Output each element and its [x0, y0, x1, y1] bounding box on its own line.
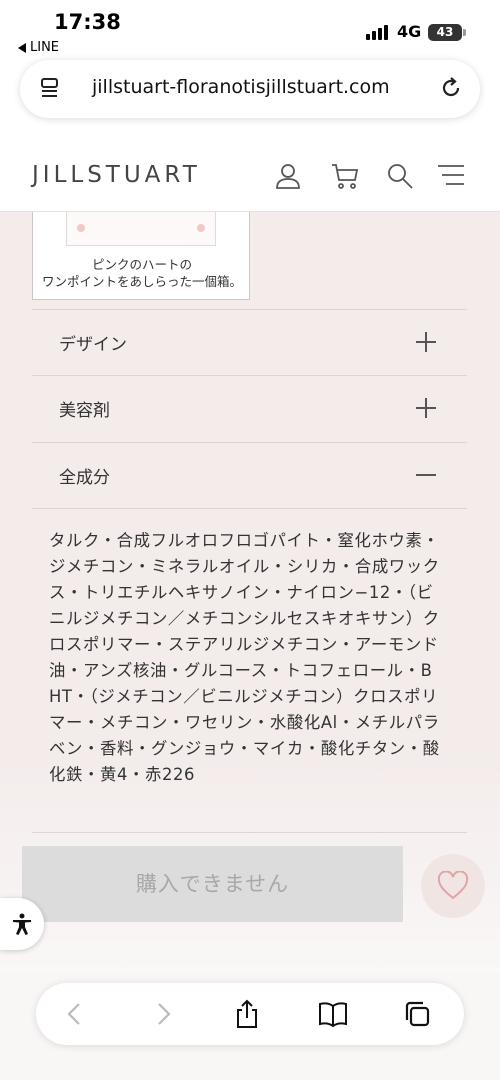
menu-icon[interactable] [436, 162, 466, 188]
user-icon[interactable] [274, 162, 302, 190]
signal-icon [366, 25, 388, 40]
page-menu-icon[interactable] [38, 77, 62, 101]
status-bar: 17:38 LINE 4G 43 [0, 0, 500, 58]
browser-toolbar-area [0, 972, 500, 1080]
favorite-button[interactable] [421, 854, 485, 918]
network-type: 4G [397, 22, 422, 41]
battery-icon: 43 [428, 24, 466, 41]
product-thumbnail[interactable]: ピンクのハートの ワンポイントをあしらった一個箱。 [32, 212, 250, 300]
back-app-label: LINE [30, 40, 60, 55]
caption-line-2: ワンポイントをあしらった一個箱。 [41, 274, 242, 289]
thumbnail-caption: ピンクのハートの ワンポイントをあしらった一個箱。 [33, 256, 251, 290]
divider [32, 832, 467, 833]
reload-icon[interactable] [438, 75, 464, 101]
forward-icon[interactable] [148, 999, 178, 1029]
accordion-label: デザイン [59, 335, 127, 355]
tabs-icon[interactable] [402, 999, 432, 1029]
accordion-ingredients[interactable]: 全成分 [32, 442, 467, 508]
back-icon[interactable] [60, 999, 90, 1029]
accordion-beauty-serum[interactable]: 美容剤 [32, 375, 467, 441]
accordion-design[interactable]: デザイン [32, 309, 467, 375]
ingredients-text: タルク・合成フルオロフロゴパイト・窒化ホウ素・ジメチコン・ミネラルオイル・シリカ… [49, 531, 440, 784]
minus-icon[interactable] [416, 465, 436, 485]
site-header: JILLSTUART [0, 126, 500, 212]
accessibility-icon [13, 913, 31, 935]
browser-toolbar [36, 983, 464, 1045]
buy-button-disabled[interactable]: 購入できません [22, 846, 403, 922]
heart-dot-icon [77, 224, 85, 232]
address-bar[interactable]: jillstuart-floranotisjillstuart.com [20, 60, 480, 118]
heart-icon [437, 871, 469, 900]
status-time: 17:38 [54, 10, 121, 34]
share-icon[interactable] [232, 999, 262, 1029]
site-logo[interactable]: JILLSTUART [32, 162, 201, 188]
plus-icon[interactable] [416, 398, 436, 418]
accordion-divider [32, 508, 467, 509]
back-triangle-icon [18, 42, 26, 53]
plus-icon[interactable] [416, 332, 436, 352]
search-icon[interactable] [386, 162, 414, 190]
product-content: ピンクのハートの ワンポイントをあしらった一個箱。 デザイン 美容剤 全成分 タ… [0, 212, 500, 972]
bookmarks-icon[interactable] [318, 999, 348, 1029]
caption-line-1: ピンクのハートの [91, 257, 192, 272]
back-to-app-link[interactable]: LINE [18, 40, 59, 55]
heart-dot-icon [197, 224, 205, 232]
thumbnail-box-image [66, 212, 216, 246]
accordion-label: 全成分 [59, 468, 110, 488]
cart-icon[interactable] [330, 162, 360, 190]
url-text[interactable]: jillstuart-floranotisjillstuart.com [92, 76, 390, 98]
accordion-label: 美容剤 [59, 401, 110, 421]
